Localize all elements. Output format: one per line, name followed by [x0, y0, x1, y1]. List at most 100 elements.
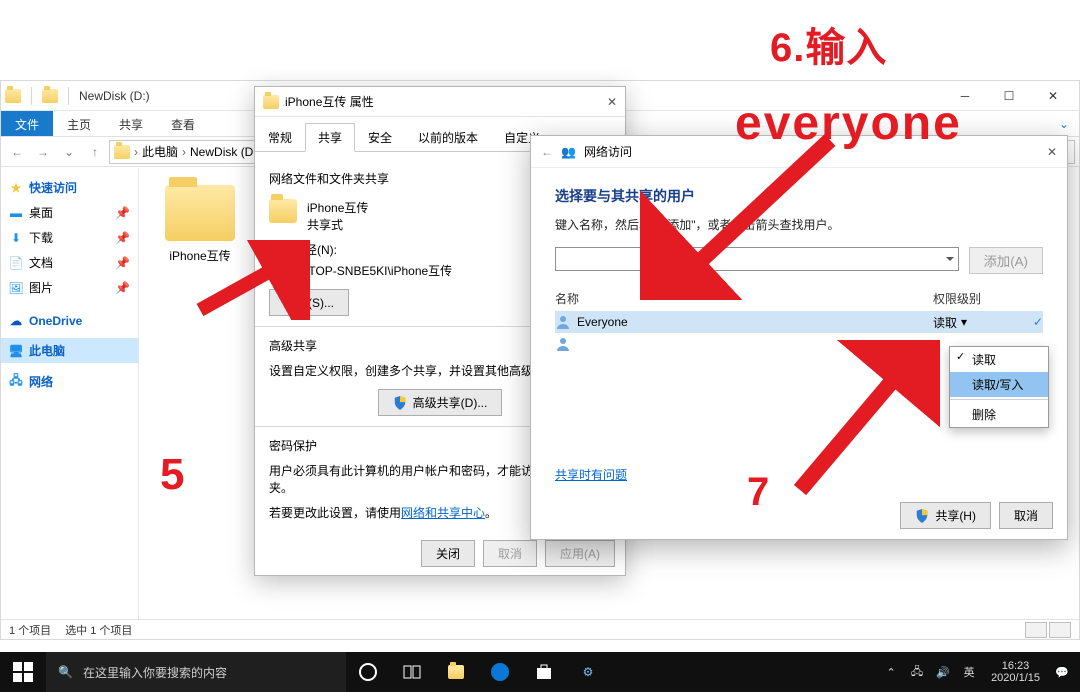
- share-style: 共享式: [307, 216, 368, 233]
- sidebar-item-desktop[interactable]: ▬桌面📌: [1, 200, 138, 225]
- nav-up-icon[interactable]: ↑: [83, 140, 107, 164]
- folder-icon: [42, 89, 58, 103]
- breadcrumb-segment[interactable]: 此电脑: [142, 143, 178, 160]
- user-name: Everyone: [577, 315, 933, 329]
- tray-ime[interactable]: 英: [957, 652, 981, 692]
- popup-item-remove[interactable]: 删除: [950, 402, 1048, 427]
- system-tray: ⌃ 🖧 🔊 英 16:23 2020/1/15 💬: [879, 652, 1080, 692]
- nav-back-icon[interactable]: ←: [5, 140, 29, 164]
- folder-icon: [269, 199, 297, 223]
- sidebar-item-label: 桌面: [29, 204, 53, 221]
- taskbar-app-explorer[interactable]: [434, 652, 478, 692]
- breadcrumb-segment[interactable]: NewDisk (D:): [190, 145, 261, 159]
- download-icon: ⬇: [9, 231, 23, 245]
- explorer-sidebar: ★ 快速访问 ▬桌面📌 ⬇下载📌 📄文档📌 🖼图片📌 ☁OneDrive 🖥此电…: [1, 169, 139, 619]
- network-center-link[interactable]: 网络和共享中心: [401, 506, 485, 520]
- ribbon-tab-file[interactable]: 文件: [1, 111, 53, 136]
- taskbar-app-edge[interactable]: [478, 652, 522, 692]
- dialog-title: 网络访问: [584, 143, 632, 160]
- ribbon-expand-icon[interactable]: ⌄: [1049, 111, 1079, 136]
- search-placeholder: 在这里输入你要搜索的内容: [83, 664, 227, 681]
- pin-icon: 📌: [115, 206, 130, 220]
- tab-security[interactable]: 安全: [355, 123, 405, 152]
- sidebar-item-network[interactable]: 🖧网络: [1, 369, 138, 394]
- close-icon[interactable]: ✕: [607, 95, 617, 109]
- tray-clock[interactable]: 16:23 2020/1/15: [983, 660, 1048, 684]
- nav-recent-icon[interactable]: ⌄: [57, 140, 81, 164]
- ribbon-tab-share[interactable]: 共享: [105, 111, 157, 136]
- sidebar-item-thispc[interactable]: 🖥此电脑: [1, 338, 138, 363]
- view-large-button[interactable]: [1049, 622, 1071, 638]
- popup-item-read[interactable]: 读取: [950, 347, 1048, 372]
- arrow-5: [190, 240, 310, 320]
- tray-chevron-up-icon[interactable]: ⌃: [879, 652, 903, 692]
- user-icon: [555, 314, 571, 330]
- network-icon: 🖧: [9, 375, 23, 389]
- sidebar-item-downloads[interactable]: ⬇下载📌: [1, 225, 138, 250]
- tray-volume-icon[interactable]: 🔊: [931, 652, 955, 692]
- close-icon[interactable]: ✕: [1047, 145, 1057, 159]
- cloud-icon: ☁: [9, 314, 23, 328]
- close-button[interactable]: ✕: [1031, 82, 1075, 110]
- sidebar-item-label: 下载: [29, 229, 53, 246]
- view-details-button[interactable]: [1025, 622, 1047, 638]
- annotation-7: 7: [747, 470, 769, 515]
- maximize-button[interactable]: ☐: [987, 82, 1031, 110]
- cancel-button: 取消: [483, 540, 537, 567]
- cancel-button[interactable]: 取消: [999, 502, 1053, 529]
- permission-value: 读取: [933, 314, 957, 331]
- ribbon-tab-view[interactable]: 查看: [157, 111, 209, 136]
- tab-share[interactable]: 共享: [305, 123, 355, 152]
- advanced-share-button[interactable]: 高级共享(D)...: [378, 389, 503, 416]
- annotation-6b: everyone: [735, 96, 962, 151]
- task-view-button[interactable]: [390, 652, 434, 692]
- tab-previous[interactable]: 以前的版本: [405, 123, 491, 152]
- back-icon[interactable]: ←: [541, 145, 553, 159]
- sidebar-item-pictures[interactable]: 🖼图片📌: [1, 275, 138, 300]
- ribbon-tab-home[interactable]: 主页: [53, 111, 105, 136]
- permission-popup: 读取 读取/写入 删除: [949, 346, 1049, 428]
- apply-button: 应用(A): [545, 540, 615, 567]
- store-icon: [534, 662, 554, 682]
- start-button[interactable]: [0, 652, 46, 692]
- properties-titlebar: iPhone互传 属性 ✕: [255, 87, 625, 117]
- column-permission[interactable]: 权限级别: [933, 290, 1043, 307]
- chevron-down-icon[interactable]: ▾: [961, 315, 967, 329]
- folder-icon: [5, 89, 21, 103]
- cortana-icon: [358, 662, 378, 682]
- picture-icon: 🖼: [9, 281, 23, 295]
- tray-network-icon[interactable]: 🖧: [905, 652, 929, 692]
- close-button[interactable]: 关闭: [421, 540, 475, 567]
- task-view-button[interactable]: [346, 652, 390, 692]
- taskbar-search-input[interactable]: 🔍 在这里输入你要搜索的内容: [46, 652, 346, 692]
- share-confirm-button[interactable]: 共享(H): [900, 502, 991, 529]
- tab-general[interactable]: 常规: [255, 123, 305, 152]
- status-selection: 选中 1 个项目: [65, 622, 132, 638]
- drive-icon: [114, 145, 130, 159]
- sidebar-item-quick-access[interactable]: ★ 快速访问: [1, 175, 138, 200]
- sharing-trouble-link[interactable]: 共享时有问题: [555, 466, 627, 483]
- taskbar-app-settings[interactable]: ⚙: [566, 652, 610, 692]
- pwd-change-text: 若要更改此设置，请使用: [269, 506, 401, 520]
- user-row[interactable]: Everyone 读取 ▾ ✓: [555, 311, 1043, 333]
- nav-forward-icon[interactable]: →: [31, 140, 55, 164]
- star-icon: ★: [9, 181, 23, 195]
- dialog-title: iPhone互传 属性: [285, 93, 374, 110]
- taskview-icon: [402, 662, 422, 682]
- gear-icon: ⚙: [583, 665, 594, 679]
- share-folder-name: iPhone互传: [307, 199, 368, 216]
- edge-icon: [490, 662, 510, 682]
- pin-icon: 📌: [115, 256, 130, 270]
- tray-notifications-icon[interactable]: 💬: [1050, 652, 1074, 692]
- window-title: NewDisk (D:): [79, 89, 150, 103]
- windows-icon: [13, 662, 33, 682]
- taskbar-app-store[interactable]: [522, 652, 566, 692]
- shield-icon: [915, 509, 929, 523]
- status-item-count: 1 个项目: [9, 622, 51, 638]
- sidebar-item-onedrive[interactable]: ☁OneDrive: [1, 310, 138, 332]
- add-button[interactable]: 添加(A): [969, 247, 1043, 274]
- tray-date: 2020/1/15: [991, 672, 1040, 684]
- checkmark-icon: ✓: [1033, 315, 1043, 329]
- sidebar-item-documents[interactable]: 📄文档📌: [1, 250, 138, 275]
- popup-item-readwrite[interactable]: 读取/写入: [950, 372, 1048, 397]
